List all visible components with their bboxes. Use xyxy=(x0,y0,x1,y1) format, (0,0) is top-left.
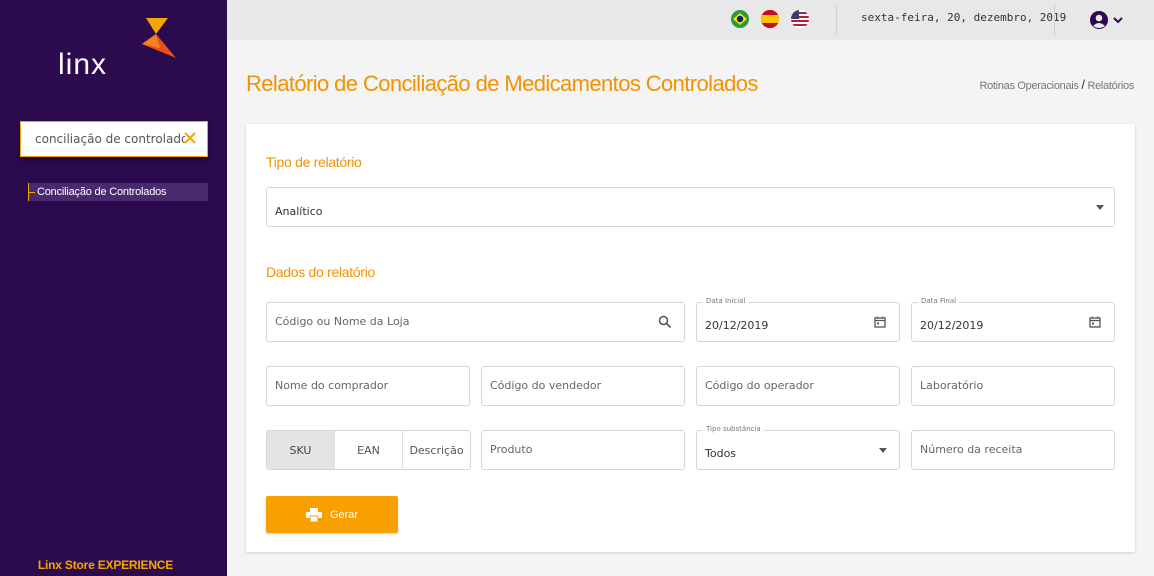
topbar-divider xyxy=(1054,4,1055,36)
menu-item-marker xyxy=(29,191,35,193)
menu-search-input[interactable] xyxy=(35,132,185,146)
product-placeholder: Produto xyxy=(490,443,533,456)
laboratory-input[interactable]: Laboratório xyxy=(911,366,1115,406)
breadcrumb-separator: / xyxy=(1081,77,1085,92)
breadcrumb-item-relatorios[interactable]: Relatórios xyxy=(1087,80,1134,92)
substance-type-label: Tipo substância xyxy=(703,425,764,433)
end-date-label: Data Final xyxy=(918,297,960,305)
breadcrumb: Rotinas Operacionais / Relatórios xyxy=(979,77,1134,92)
prescription-number-placeholder: Número da receita xyxy=(920,443,1023,456)
seller-code-input[interactable]: Código do vendedor xyxy=(481,366,685,406)
sidebar-item-label: Conciliação de Controlados xyxy=(37,186,167,198)
usa-flag-icon[interactable] xyxy=(791,10,809,28)
buyer-name-input[interactable]: Nome do comprador xyxy=(266,366,470,406)
sidebar: Linx Conciliação de Controlados Linx Sto… xyxy=(0,0,227,576)
dropdown-caret-icon xyxy=(1096,205,1104,210)
footer-brand: Linx Store EXPERIENCE xyxy=(37,558,174,572)
end-date-field[interactable]: Data Final 20/12/2019 xyxy=(911,297,1115,342)
search-icon[interactable] xyxy=(658,315,672,329)
user-circle-icon xyxy=(1090,11,1108,29)
printer-icon xyxy=(305,507,322,522)
toggle-sku[interactable]: SKU xyxy=(267,431,335,469)
page-title: Relatório de Conciliação de Medicamentos… xyxy=(246,71,758,96)
generate-button-label: Gerar xyxy=(329,508,359,521)
end-date-value: 20/12/2019 xyxy=(920,319,984,332)
start-date-label: Data Inicial xyxy=(703,297,749,305)
report-type-value: Analítico xyxy=(275,205,323,218)
prescription-number-input[interactable]: Número da receita xyxy=(911,430,1115,470)
product-input[interactable]: Produto xyxy=(481,430,685,470)
calendar-icon[interactable] xyxy=(873,315,887,329)
seller-code-placeholder: Código do vendedor xyxy=(490,379,602,392)
operator-code-placeholder: Código do operador xyxy=(705,379,814,392)
brazil-flag-icon[interactable] xyxy=(731,10,749,28)
operator-code-input[interactable]: Código do operador xyxy=(696,366,900,406)
start-date-value: 20/12/2019 xyxy=(705,319,769,332)
linx-mark-icon xyxy=(142,18,176,58)
store-search-input[interactable]: Código ou Nome da Loja xyxy=(266,302,685,342)
section-title-tipo: Tipo de relatório xyxy=(266,154,362,170)
menu-search-box[interactable] xyxy=(20,121,208,157)
report-type-select[interactable]: Analítico xyxy=(266,187,1115,227)
toggle-descricao[interactable]: Descrição xyxy=(403,431,470,469)
chevron-down-icon xyxy=(1113,17,1123,24)
store-search-placeholder: Código ou Nome da Loja xyxy=(275,315,410,328)
report-form-card: Tipo de relatório Analítico Dados do rel… xyxy=(246,124,1135,552)
section-title-dados: Dados do relatório xyxy=(266,264,375,280)
generate-report-button[interactable]: Gerar xyxy=(266,496,398,533)
product-search-type-toggle: SKU EAN Descrição xyxy=(266,430,471,470)
spain-flag-icon[interactable] xyxy=(761,10,779,28)
sidebar-item-conciliacao-controlados[interactable]: Conciliação de Controlados xyxy=(28,183,208,201)
logo-text: Linx xyxy=(58,48,108,81)
close-icon[interactable] xyxy=(183,131,197,145)
substance-type-select[interactable]: Tipo substância Todos xyxy=(696,425,900,470)
toggle-ean[interactable]: EAN xyxy=(335,431,403,469)
breadcrumb-item-rotinas[interactable]: Rotinas Operacionais xyxy=(979,80,1078,92)
start-date-field[interactable]: Data Inicial 20/12/2019 xyxy=(696,297,900,342)
substance-type-value: Todos xyxy=(705,447,737,460)
dropdown-caret-icon xyxy=(879,448,887,453)
topbar-divider xyxy=(836,4,837,36)
user-menu-button[interactable] xyxy=(1089,8,1129,32)
current-date: sexta-feira, 20, dezembro, 2019 xyxy=(861,11,1067,24)
laboratory-placeholder: Laboratório xyxy=(920,379,984,392)
calendar-icon[interactable] xyxy=(1088,315,1102,329)
buyer-name-placeholder: Nome do comprador xyxy=(275,379,389,392)
linx-logo[interactable]: Linx xyxy=(58,18,188,88)
topbar: sexta-feira, 20, dezembro, 2019 xyxy=(227,0,1154,40)
